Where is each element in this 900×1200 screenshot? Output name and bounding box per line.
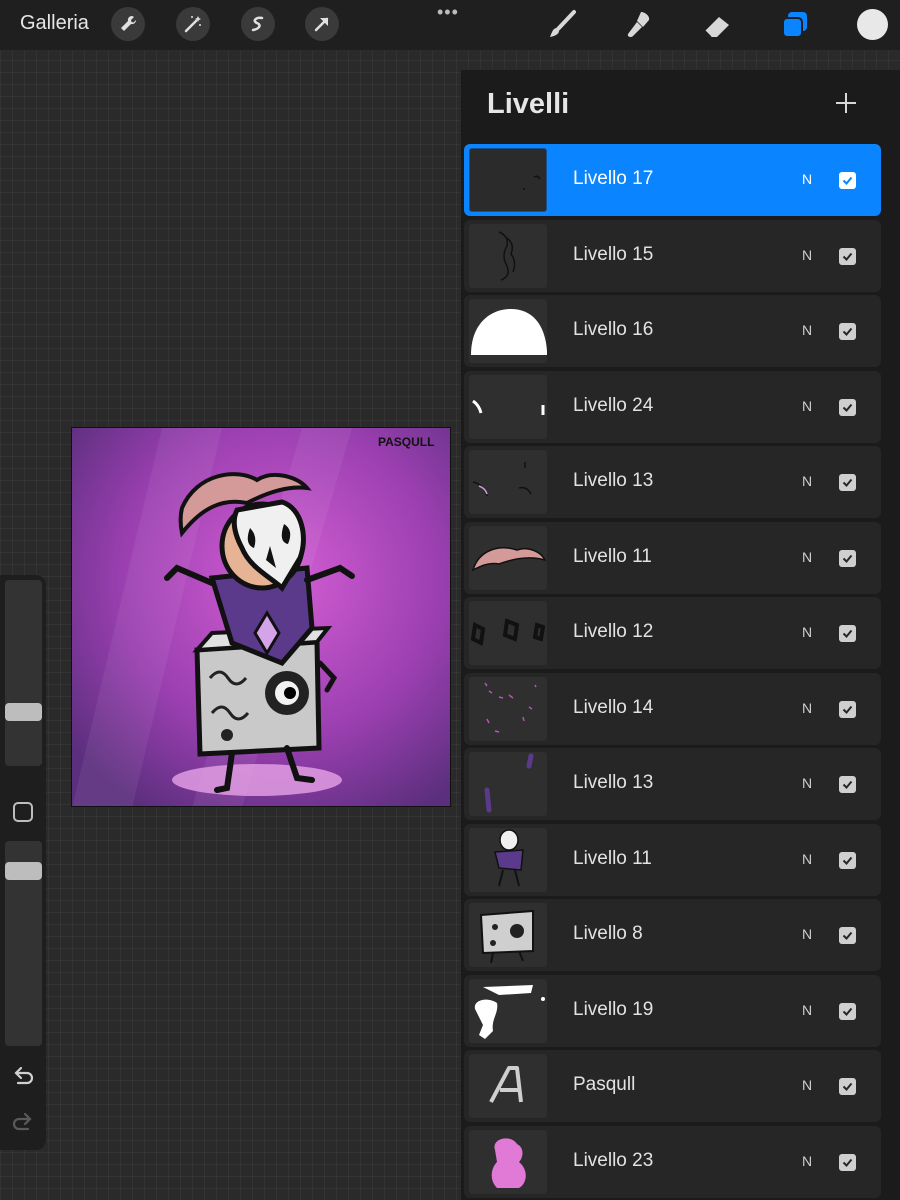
brush-size-slider[interactable] [5,580,42,766]
text-layer-icon [469,1054,547,1118]
layer-thumbnail [469,299,547,363]
artwork-signature: PASQULL [378,435,434,449]
layer-row[interactable]: Livello 11 N [464,823,881,896]
blend-mode-button[interactable]: N [802,1002,812,1018]
gallery-button[interactable]: Galleria [20,12,89,35]
blend-mode-button[interactable]: N [802,700,812,716]
visibility-checkbox[interactable] [839,323,856,340]
layer-thumbnail [469,676,547,741]
transform-arrow-icon[interactable] [305,7,339,41]
blend-mode-button[interactable]: N [802,624,812,640]
layer-list: Livello 17 N Livello 15 N Livello 16 N L… [464,144,881,1200]
layer-name: Livello 11 [573,847,652,869]
layer-name: Livello 13 [573,772,654,793]
top-toolbar: Galleria ••• [0,0,900,50]
layer-thumbnail [469,148,547,212]
layer-thumbnail [469,978,547,1043]
blend-mode-button[interactable]: N [802,473,812,489]
layer-name: Livello 24 [573,394,654,416]
brush-size-handle[interactable] [5,703,42,721]
layer-name: Livello 13 [573,470,654,491]
layer-name: Livello 12 [573,621,654,642]
artwork-illustration: PASQULL [72,428,450,806]
visibility-checkbox[interactable] [839,927,856,944]
layer-row[interactable]: Livello 13 N [464,748,881,820]
color-picker-button[interactable] [857,9,888,40]
layer-name: Livello 14 [573,696,654,718]
undo-icon[interactable] [10,1062,36,1088]
blend-mode-button[interactable]: N [802,1153,812,1169]
opacity-handle[interactable] [5,862,42,880]
layer-row[interactable]: Pasqull N [464,1050,881,1122]
eraser-icon[interactable] [700,8,734,42]
visibility-checkbox[interactable] [839,1153,856,1171]
layer-thumbnail [469,752,547,816]
layer-name: Livello 17 [573,168,654,189]
visibility-checkbox[interactable] [839,398,856,416]
layer-name: Livello 11 [573,545,652,567]
selection-icon[interactable] [241,7,275,41]
layer-row[interactable]: Livello 13 N [464,446,881,518]
layer-row[interactable]: Livello 12 N [464,597,881,669]
layer-thumbnail [469,903,547,967]
add-layer-button[interactable] [831,88,861,118]
layer-thumbnail [469,450,547,514]
visibility-checkbox[interactable] [839,549,856,567]
layer-row[interactable]: Livello 14 N [464,672,881,745]
modify-button[interactable] [13,802,33,822]
layer-name: Livello 15 [573,243,654,265]
layer-name: Livello 19 [573,998,654,1020]
visibility-checkbox[interactable] [839,625,856,642]
blend-mode-button[interactable]: N [802,851,812,867]
blend-mode-button[interactable]: N [802,322,812,338]
smudge-icon[interactable] [622,8,656,42]
blend-mode-button[interactable]: N [802,1077,812,1093]
more-options-button[interactable]: ••• [437,2,459,23]
layer-row[interactable]: Livello 11 N [464,521,881,594]
layers-panel: Livelli Livello 17 N Livello 15 N Livell… [461,70,900,1200]
visibility-checkbox[interactable] [839,776,856,793]
visibility-checkbox[interactable] [839,700,856,718]
layer-name: Livello 8 [573,923,643,944]
layer-row[interactable]: Livello 23 N [464,1125,881,1198]
layer-row[interactable]: Livello 8 N [464,899,881,971]
layer-row[interactable]: Livello 15 N [464,219,881,292]
layer-thumbnail [469,827,547,892]
blend-mode-button[interactable]: N [802,247,812,263]
visibility-checkbox[interactable] [839,851,856,869]
layer-name: Livello 23 [573,1149,654,1171]
layer-row[interactable]: Livello 24 N [464,370,881,443]
visibility-checkbox[interactable] [839,172,856,189]
layer-thumbnail [469,1129,547,1194]
blend-mode-button[interactable]: N [802,926,812,942]
layer-thumbnail [469,223,547,288]
visibility-checkbox[interactable] [839,247,856,265]
canvas-artwork[interactable]: PASQULL [71,427,451,807]
blend-mode-button[interactable]: N [802,549,812,565]
layer-row[interactable]: Livello 17 N [464,144,881,216]
blend-mode-button[interactable]: N [802,775,812,791]
magic-wand-icon[interactable] [176,7,210,41]
layer-name: Pasqull [573,1074,636,1095]
layer-row[interactable]: Livello 19 N [464,974,881,1047]
layer-row[interactable]: Livello 16 N [464,295,881,367]
blend-mode-button[interactable]: N [802,171,812,187]
panel-title: Livelli [487,88,570,120]
visibility-checkbox[interactable] [839,1002,856,1020]
layers-icon[interactable] [778,8,812,42]
layer-thumbnail [469,601,547,665]
redo-icon[interactable] [10,1108,36,1134]
brush-sidebar [0,575,46,1150]
plus-icon [836,93,856,113]
layer-thumbnail [469,525,547,590]
visibility-checkbox[interactable] [839,1078,856,1095]
brush-icon[interactable] [545,8,579,42]
blend-mode-button[interactable]: N [802,398,812,414]
visibility-checkbox[interactable] [839,474,856,491]
layer-name: Livello 16 [573,319,654,340]
layer-thumbnail [469,374,547,439]
wrench-icon[interactable] [111,7,145,41]
